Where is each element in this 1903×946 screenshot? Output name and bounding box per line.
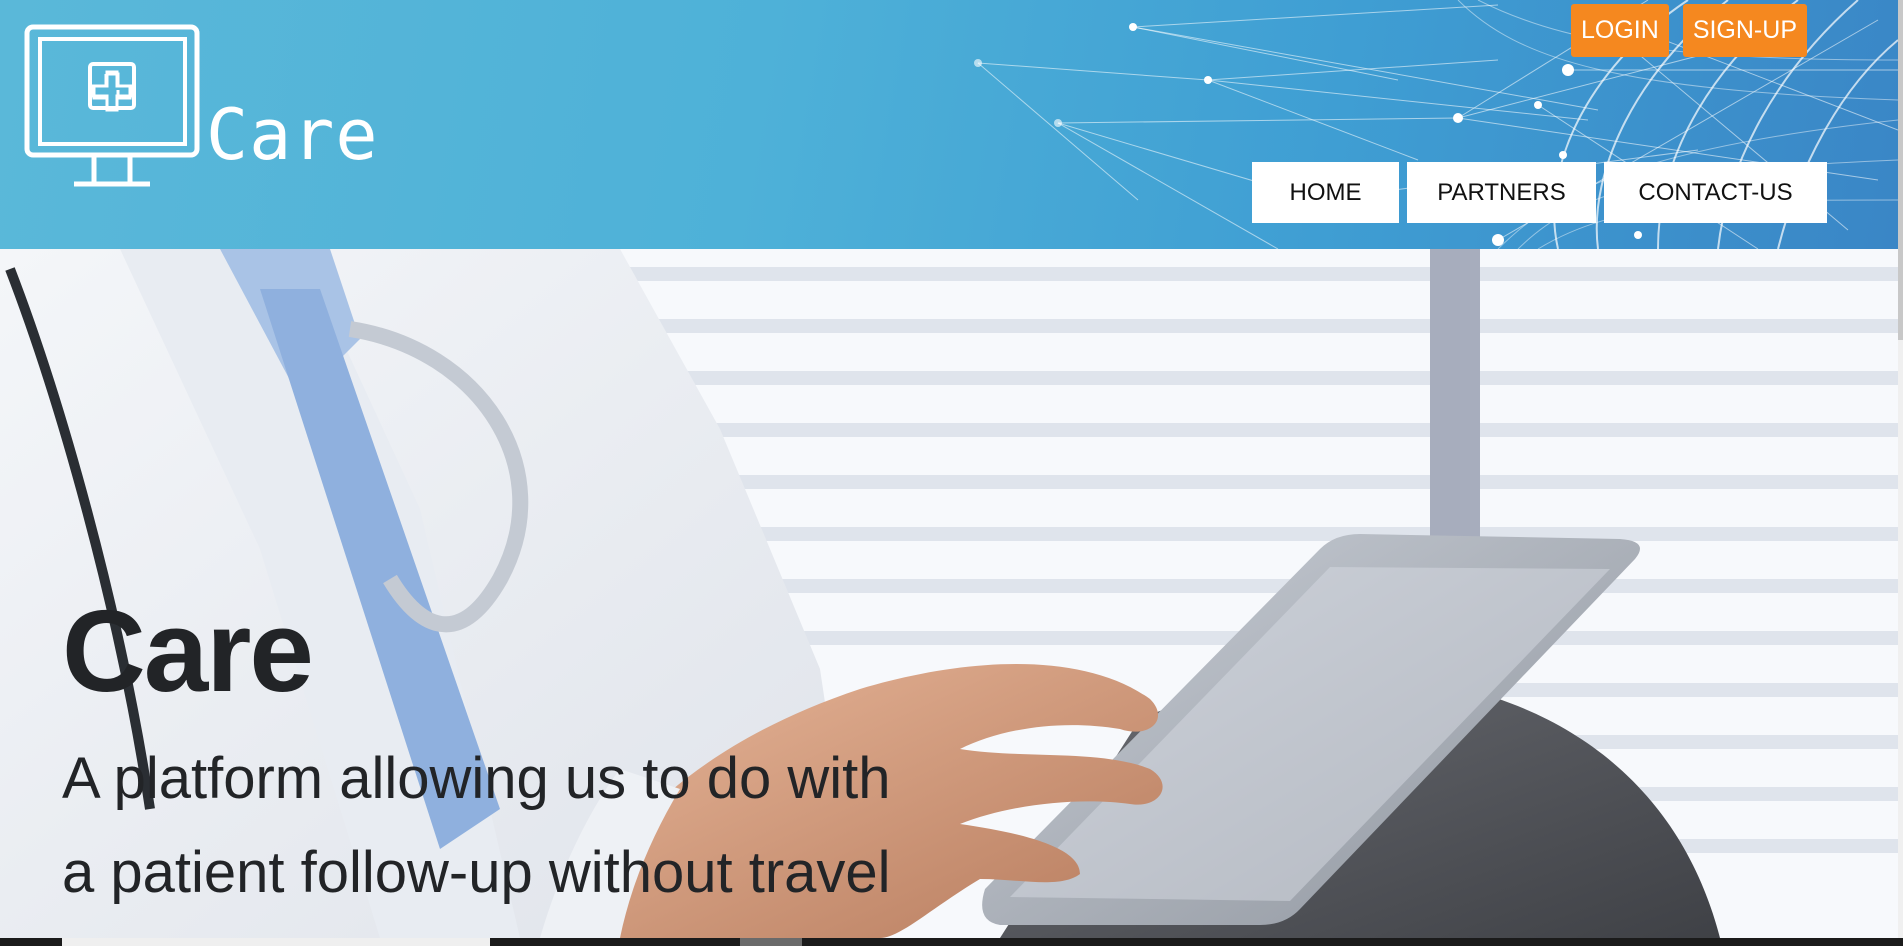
site-header: Care LOGIN SIGN-UP HOME PARTNERS CONTACT…: [0, 0, 1898, 249]
hero-subtitle: A platform allowing us to do with a pati…: [62, 746, 891, 905]
page: Care LOGIN SIGN-UP HOME PARTNERS CONTACT…: [0, 0, 1903, 946]
brand-name: Care: [206, 94, 379, 176]
scrollbar-thumb[interactable]: [1898, 0, 1903, 340]
bottom-strip-segment: [740, 938, 802, 946]
nav-partners[interactable]: PARTNERS: [1407, 162, 1596, 223]
hero-section: Care A platform allowing us to do with a…: [0, 249, 1898, 938]
main-nav: HOME PARTNERS CONTACT-US: [1252, 162, 1827, 223]
signup-button[interactable]: SIGN-UP: [1682, 4, 1807, 57]
page-scrollbar[interactable]: [1898, 0, 1903, 938]
brand-logo[interactable]: Care: [24, 24, 379, 190]
login-button[interactable]: LOGIN: [1571, 4, 1669, 57]
hero-title: Care: [62, 586, 314, 716]
nav-home[interactable]: HOME: [1252, 162, 1399, 223]
auth-buttons: LOGIN SIGN-UP: [1571, 4, 1807, 57]
bottom-strip: [0, 938, 1903, 946]
nav-contact-us[interactable]: CONTACT-US: [1604, 162, 1827, 223]
monitor-medical-cross-icon: [24, 24, 200, 187]
bottom-strip-segment: [62, 938, 490, 946]
